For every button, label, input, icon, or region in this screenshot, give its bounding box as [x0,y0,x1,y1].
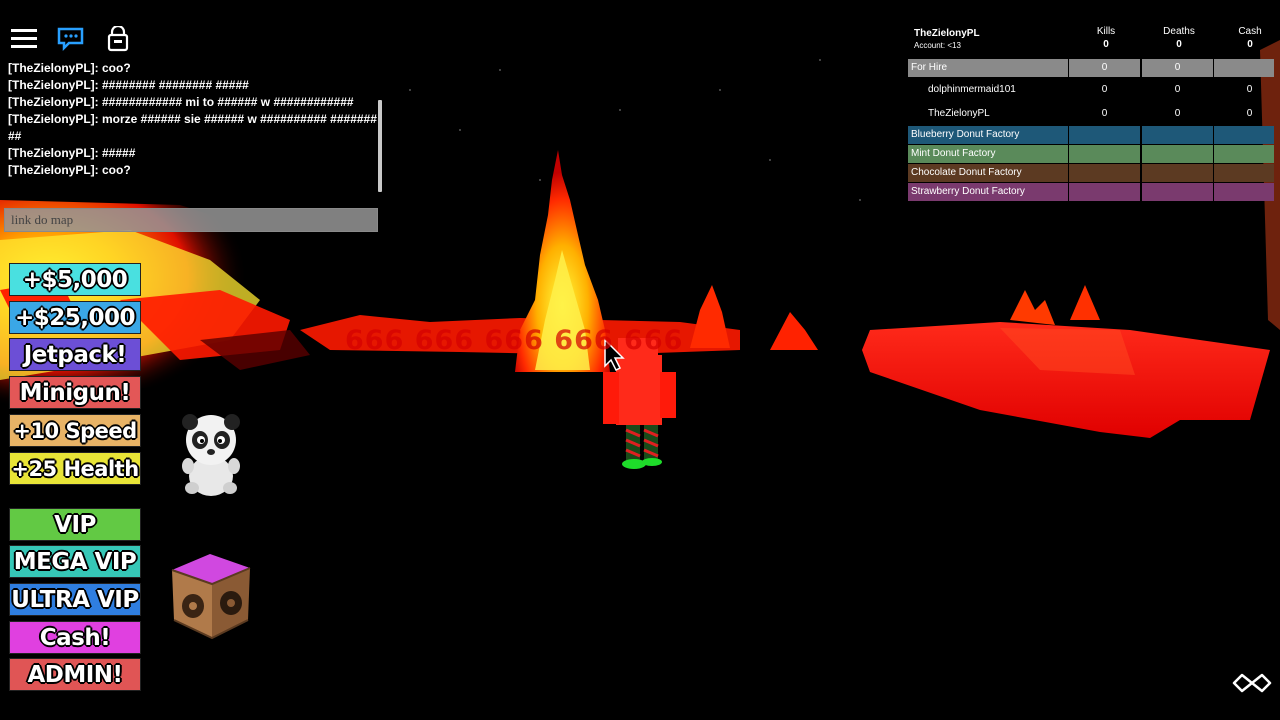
panda-pet-icon[interactable] [178,410,244,500]
stat-kills-header: Kills 0 [1096,26,1116,50]
letterbox-top [0,0,1280,22]
chat-message: [TheZielonyPL]: coo? [8,61,131,75]
stat-deaths-header: Deaths 0 [1163,26,1195,50]
backpack-icon[interactable] [104,24,132,52]
hamburger-menu-icon[interactable] [10,26,38,52]
buy-jetpack-button[interactable]: Jetpack! [9,338,141,371]
chat-message: [TheZielonyPL]: coo? [8,163,131,177]
small-flame [1010,290,1055,325]
stat-cash-header: Cash 0 [1238,26,1262,50]
letterbox-bottom [0,698,1280,720]
team-row-chocolate[interactable]: Chocolate Donut Factory [908,164,1274,182]
small-flame [1070,285,1100,320]
chat-message: [TheZielonyPL]: morze ###### sie ###### … [8,112,377,143]
donut-crate-icon[interactable] [164,548,256,642]
small-flame [770,312,818,350]
player-row-thezielonypl[interactable]: TheZielonyPL 0 0 0 [908,102,1274,125]
floating-damage-text: 666 666 666 666 666 [345,325,684,356]
team-row-for-hire[interactable]: For Hire 0 0 [908,59,1274,77]
team-row-blueberry[interactable]: Blueberry Donut Factory [908,126,1274,144]
chat-message: [TheZielonyPL]: ######## ######## ##### [8,78,249,92]
buy-ultra-vip-button[interactable]: ULTRA VIP [9,583,141,616]
team-row-mint[interactable]: Mint Donut Factory [908,145,1274,163]
account-age: Account: <13 [914,41,961,50]
chat-scrollbar[interactable] [378,100,382,192]
chat-window: [TheZielonyPL]: coo? [TheZielonyPL]: ###… [8,60,380,195]
buy-5000-cash-button[interactable]: +$5,000 [9,263,141,296]
starfield [409,59,861,201]
buy-admin-button[interactable]: ADMIN! [9,658,141,691]
local-player-name: TheZielonyPL [914,28,980,39]
team-row-strawberry[interactable]: Strawberry Donut Factory [908,183,1274,201]
chat-input[interactable]: link do map [4,208,378,232]
buy-cash-button[interactable]: Cash! [9,621,141,654]
leaderboard: TheZielonyPL Account: <13 Kills 0 Deaths 0… [908,24,1274,202]
chat-message: [TheZielonyPL]: ############ mi to #####… [8,95,354,109]
buy-health-button[interactable]: +25 Health [9,452,141,485]
buy-minigun-button[interactable]: Minigun! [9,376,141,409]
chat-message: [TheZielonyPL]: ##### [8,146,136,160]
buy-25000-cash-button[interactable]: +$25,000 [9,301,141,334]
buy-mega-vip-button[interactable]: MEGA VIP [9,545,141,578]
buy-speed-button[interactable]: +10 Speed [9,414,141,447]
leaderboard-header: TheZielonyPL Account: <13 Kills 0 Deaths 0… [908,24,1274,57]
chat-bubble-icon[interactable] [57,26,85,52]
buy-vip-button[interactable]: VIP [9,508,141,541]
player-row-dolphinmermaid101[interactable]: dolphinmermaid101 0 0 0 [908,78,1274,101]
infinity-logo-icon [1230,672,1274,694]
